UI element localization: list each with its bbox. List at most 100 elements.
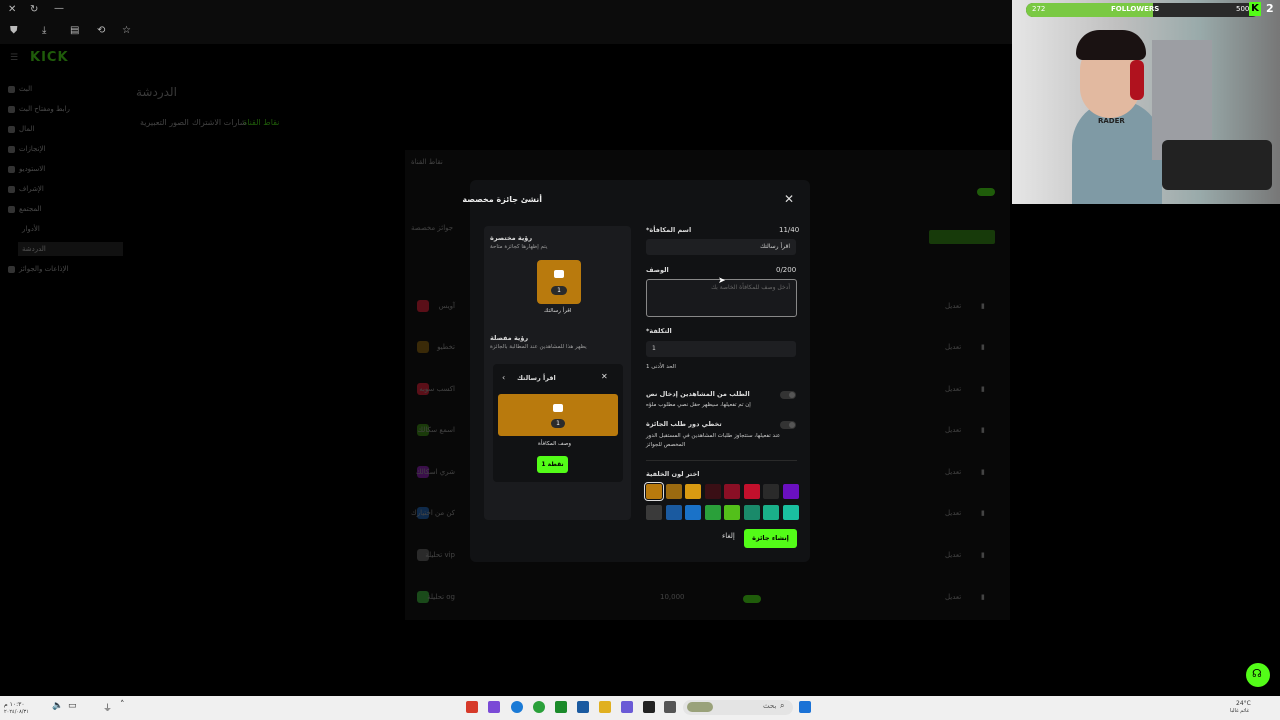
translate-icon[interactable]: ⟲ <box>97 25 105 36</box>
color-swatch[interactable] <box>743 484 760 499</box>
app-icon[interactable] <box>664 701 676 713</box>
trash-icon[interactable]: ▮ <box>981 302 985 310</box>
color-swatch[interactable] <box>743 505 760 520</box>
sidebar-item-achievements[interactable]: الإنجازات <box>8 142 123 156</box>
edit-link[interactable]: تعديل <box>945 302 961 310</box>
weather-temp[interactable]: 24°C <box>1236 700 1251 707</box>
tab-sub-badges[interactable]: شارات الاشتراك <box>192 118 246 127</box>
create-reward-button[interactable]: إنشاء جائزة <box>744 529 797 548</box>
windows-start-icon[interactable] <box>799 701 811 713</box>
edge-icon[interactable] <box>511 701 523 713</box>
edit-link[interactable]: تعديل <box>945 468 961 476</box>
mic-icon[interactable]: ⏚ <box>103 701 112 714</box>
name-input[interactable]: اقرأ رسالتك <box>646 239 796 255</box>
sidebar-item-chat[interactable]: الدردشة <box>18 242 123 256</box>
edit-link[interactable]: تعديل <box>945 551 961 559</box>
sidebar-item-money[interactable]: المال <box>8 122 123 136</box>
app-icon[interactable] <box>488 701 500 713</box>
cancel-button[interactable]: إلغاء <box>722 532 735 540</box>
reward-toggle[interactable] <box>743 595 761 603</box>
color-swatch[interactable] <box>724 484 740 499</box>
close-icon[interactable]: ✕ <box>8 4 16 15</box>
trash-icon[interactable]: ▮ <box>981 593 985 601</box>
search-highlight-image <box>687 702 713 712</box>
clock-time[interactable]: ١٠:٣٠ م <box>4 702 25 708</box>
close-icon[interactable]: ✕ <box>784 192 794 206</box>
sidebar-item-stream-key[interactable]: رابط ومفتاح البث <box>8 102 123 116</box>
sidebar-item-roles[interactable]: الأدوار <box>22 222 123 236</box>
add-reward-button[interactable] <box>929 230 995 244</box>
speaker-icon[interactable]: 🔈 <box>52 701 63 711</box>
download-icon[interactable]: ⤓ <box>42 25 46 36</box>
sidebar-item-moderation[interactable]: الإشراف <box>8 182 123 196</box>
reload-icon[interactable]: ↻ <box>30 4 38 15</box>
sidebar-item-broadcasts[interactable]: الإذاعات والجوائز <box>8 262 123 276</box>
terminal-icon[interactable] <box>643 701 655 713</box>
clock-date[interactable]: ٢٠٢٤/٠٨/٣١ <box>4 709 29 715</box>
chevron-up-icon[interactable]: ˄ <box>120 700 125 710</box>
skip-queue-toggle[interactable] <box>780 421 796 429</box>
followers-current: 272 <box>1032 5 1046 13</box>
store-icon[interactable] <box>577 701 589 713</box>
color-swatch[interactable] <box>646 505 662 520</box>
sidebar-icon[interactable]: ▤ <box>70 25 79 36</box>
close-icon[interactable]: ✕ <box>601 372 608 381</box>
trash-icon[interactable]: ▮ <box>981 551 985 559</box>
edit-link[interactable]: تعديل <box>945 426 961 434</box>
network-icon[interactable]: ▭ <box>68 701 77 711</box>
color-swatch[interactable] <box>763 484 779 499</box>
section-title: نقاط القناة <box>411 158 443 166</box>
trash-icon[interactable]: ▮ <box>981 468 985 476</box>
color-swatch[interactable] <box>782 505 799 520</box>
cost-input[interactable]: 1 <box>646 341 796 357</box>
trash-icon[interactable]: ▮ <box>981 343 985 351</box>
edit-link[interactable]: تعديل <box>945 509 961 517</box>
folder-icon[interactable] <box>599 701 611 713</box>
trash-icon[interactable]: ▮ <box>981 385 985 393</box>
color-swatch[interactable] <box>685 505 701 520</box>
tab-emotes[interactable]: الصور التعبيرية <box>140 118 189 127</box>
points-toggle[interactable] <box>977 188 995 196</box>
name-label: *اسم المكافأة <box>646 226 692 234</box>
color-swatch[interactable] <box>704 484 721 499</box>
color-swatch[interactable] <box>782 484 799 499</box>
require-input-toggle[interactable] <box>780 391 796 399</box>
weather-desc[interactable]: غائم غالبا <box>1230 708 1249 714</box>
star-icon[interactable]: ☆ <box>122 25 131 36</box>
trash-icon[interactable]: ▮ <box>981 426 985 434</box>
windows-taskbar: ١٠:٣٠ م ٢٠٢٤/٠٨/٣١ 🔈 ▭ ⏚ ˄ بحث ⌕ 24°C غا… <box>0 696 1280 720</box>
trash-icon[interactable]: ▮ <box>981 509 985 517</box>
edit-link[interactable]: تعديل <box>945 343 961 351</box>
edit-link[interactable]: تعديل <box>945 593 961 601</box>
browser-title-row: ✕ ↻ — <box>0 0 1012 20</box>
search-box[interactable]: بحث ⌕ <box>683 700 793 715</box>
sidebar-item-studio[interactable]: الاستوديو <box>8 162 123 176</box>
reward-name: اسمع سكالك <box>417 426 455 434</box>
minimize-icon[interactable]: — <box>54 3 64 14</box>
description-char-count: 0/200 <box>776 266 797 274</box>
reward-name: اكسب سوبه <box>419 385 455 393</box>
xbox-icon[interactable] <box>555 701 567 713</box>
sidebar-item-label: البث <box>19 85 33 93</box>
color-swatch[interactable] <box>665 505 682 520</box>
chat-bubble-button[interactable]: ☊ <box>1246 663 1270 687</box>
shield-icon[interactable]: ⛊ <box>10 25 18 36</box>
description-label: الوصف <box>646 266 669 274</box>
back-chevron-icon[interactable]: ‹ <box>502 373 505 382</box>
app-icon[interactable] <box>621 701 633 713</box>
tab-channel-points[interactable]: نقاط القناة <box>243 118 279 127</box>
sidebar-item-community[interactable]: المجتمع <box>8 202 123 216</box>
app-icon[interactable] <box>466 701 478 713</box>
color-swatch[interactable] <box>704 505 721 520</box>
redeem-button[interactable]: 1 نقطة <box>537 456 568 473</box>
card-banner: 1 <box>498 394 618 436</box>
reward-name: تحليلة vip <box>425 551 455 559</box>
color-swatch[interactable] <box>644 482 664 501</box>
sidebar-item-stream[interactable]: البث <box>8 82 123 96</box>
color-swatch[interactable] <box>685 484 701 499</box>
color-swatch[interactable] <box>763 505 779 520</box>
edit-link[interactable]: تعديل <box>945 385 961 393</box>
color-swatch[interactable] <box>665 484 682 499</box>
color-swatch[interactable] <box>724 505 740 520</box>
chrome-icon[interactable] <box>533 701 545 713</box>
